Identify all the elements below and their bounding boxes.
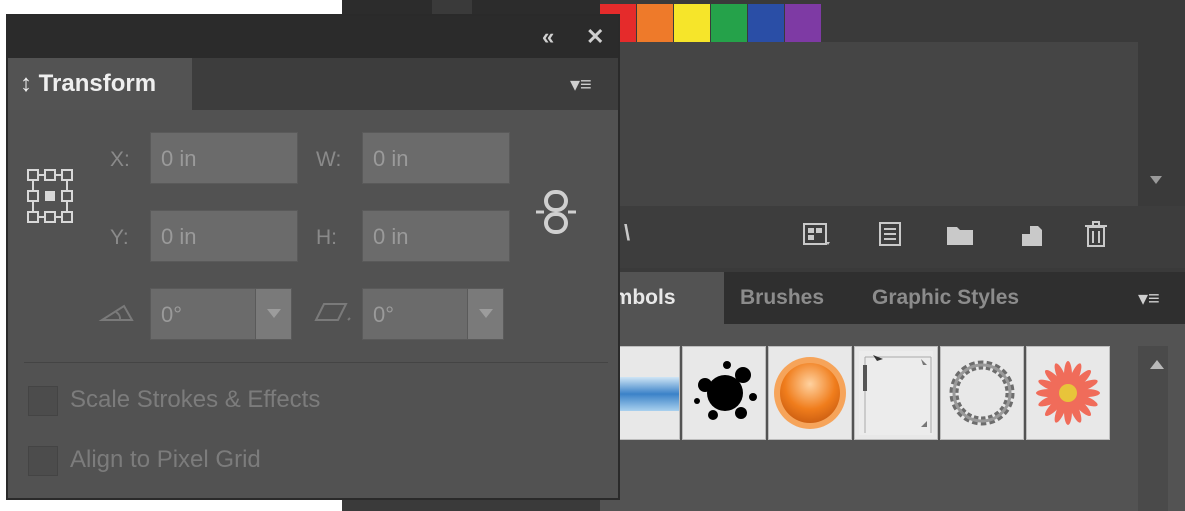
color-swatch[interactable]: [748, 4, 784, 42]
symbols-scrollbar[interactable]: [1138, 346, 1168, 511]
panel-menu-icon[interactable]: ▾≡: [570, 72, 592, 97]
chevron-down-icon: [267, 309, 281, 318]
close-icon[interactable]: ✕: [586, 24, 604, 50]
scroll-down-arrow-icon[interactable]: [1150, 176, 1162, 184]
h-label: H:: [316, 226, 337, 249]
x-label: X:: [110, 148, 130, 171]
rotate-dropdown-button[interactable]: [255, 289, 291, 339]
color-swatch[interactable]: [785, 4, 821, 42]
h-field[interactable]: 0 in: [362, 210, 510, 262]
y-field[interactable]: 0 in: [150, 210, 298, 262]
new-swatch-icon[interactable]: [1016, 218, 1048, 250]
color-swatch[interactable]: [711, 4, 747, 42]
rotate-icon: [98, 300, 138, 330]
y-label: Y:: [110, 226, 129, 249]
swatch-row: [600, 4, 822, 42]
symbol-rope-ring[interactable]: [940, 346, 1024, 440]
transform-panel: « ✕ ↕ Transform ▾≡ X: 0 in W: 0 in Y: 0 …: [6, 14, 620, 500]
align-pixel-grid-label: Align to Pixel Grid: [70, 446, 261, 473]
chevron-down-icon: [479, 309, 493, 318]
panel-menu-icon[interactable]: ▾≡: [1138, 286, 1160, 311]
scroll-up-arrow-icon[interactable]: [1150, 360, 1164, 369]
tab-expand-arrow-icon: ↕: [20, 70, 32, 97]
shear-icon: [312, 300, 352, 330]
divider: [24, 362, 608, 363]
shear-value: 0°: [373, 302, 395, 327]
tab-label: Transform: [38, 70, 157, 97]
constrain-proportions-icon[interactable]: [534, 188, 578, 236]
scale-strokes-checkbox[interactable]: [28, 386, 58, 416]
color-swatch[interactable]: [674, 4, 710, 42]
align-pixel-grid-checkbox[interactable]: [28, 446, 58, 476]
shear-dropdown-button[interactable]: [467, 289, 503, 339]
shear-combo[interactable]: 0°: [362, 288, 504, 340]
symbol-orange-button[interactable]: [768, 346, 852, 440]
tab-brushes[interactable]: Brushes: [726, 272, 838, 324]
symbol-daisy-flower[interactable]: [1026, 346, 1110, 440]
w-field[interactable]: 0 in: [362, 132, 510, 184]
trash-icon[interactable]: [1080, 218, 1112, 250]
swatch-options-icon[interactable]: [874, 218, 906, 250]
symbol-cursor-frame[interactable]: [854, 346, 938, 440]
symbol-ink-splat[interactable]: [682, 346, 766, 440]
tab-graphic-styles[interactable]: Graphic Styles: [858, 272, 1033, 324]
rotate-combo[interactable]: 0°: [150, 288, 292, 340]
swatch-libraries-menu-icon[interactable]: \: [624, 220, 630, 246]
collapse-icon[interactable]: «: [542, 24, 554, 50]
swatches-area: [600, 42, 1138, 206]
panel-titlebar[interactable]: [8, 16, 618, 58]
w-label: W:: [316, 148, 342, 171]
folder-icon[interactable]: [944, 218, 976, 250]
scale-strokes-label: Scale Strokes & Effects: [70, 386, 321, 413]
color-swatch[interactable]: [637, 4, 673, 42]
rotate-value: 0°: [161, 302, 183, 327]
reference-point-icon[interactable]: [26, 168, 74, 224]
x-field[interactable]: 0 in: [150, 132, 298, 184]
new-swatch-group-icon[interactable]: [800, 218, 832, 250]
tab-transform[interactable]: ↕ Transform: [8, 58, 192, 110]
